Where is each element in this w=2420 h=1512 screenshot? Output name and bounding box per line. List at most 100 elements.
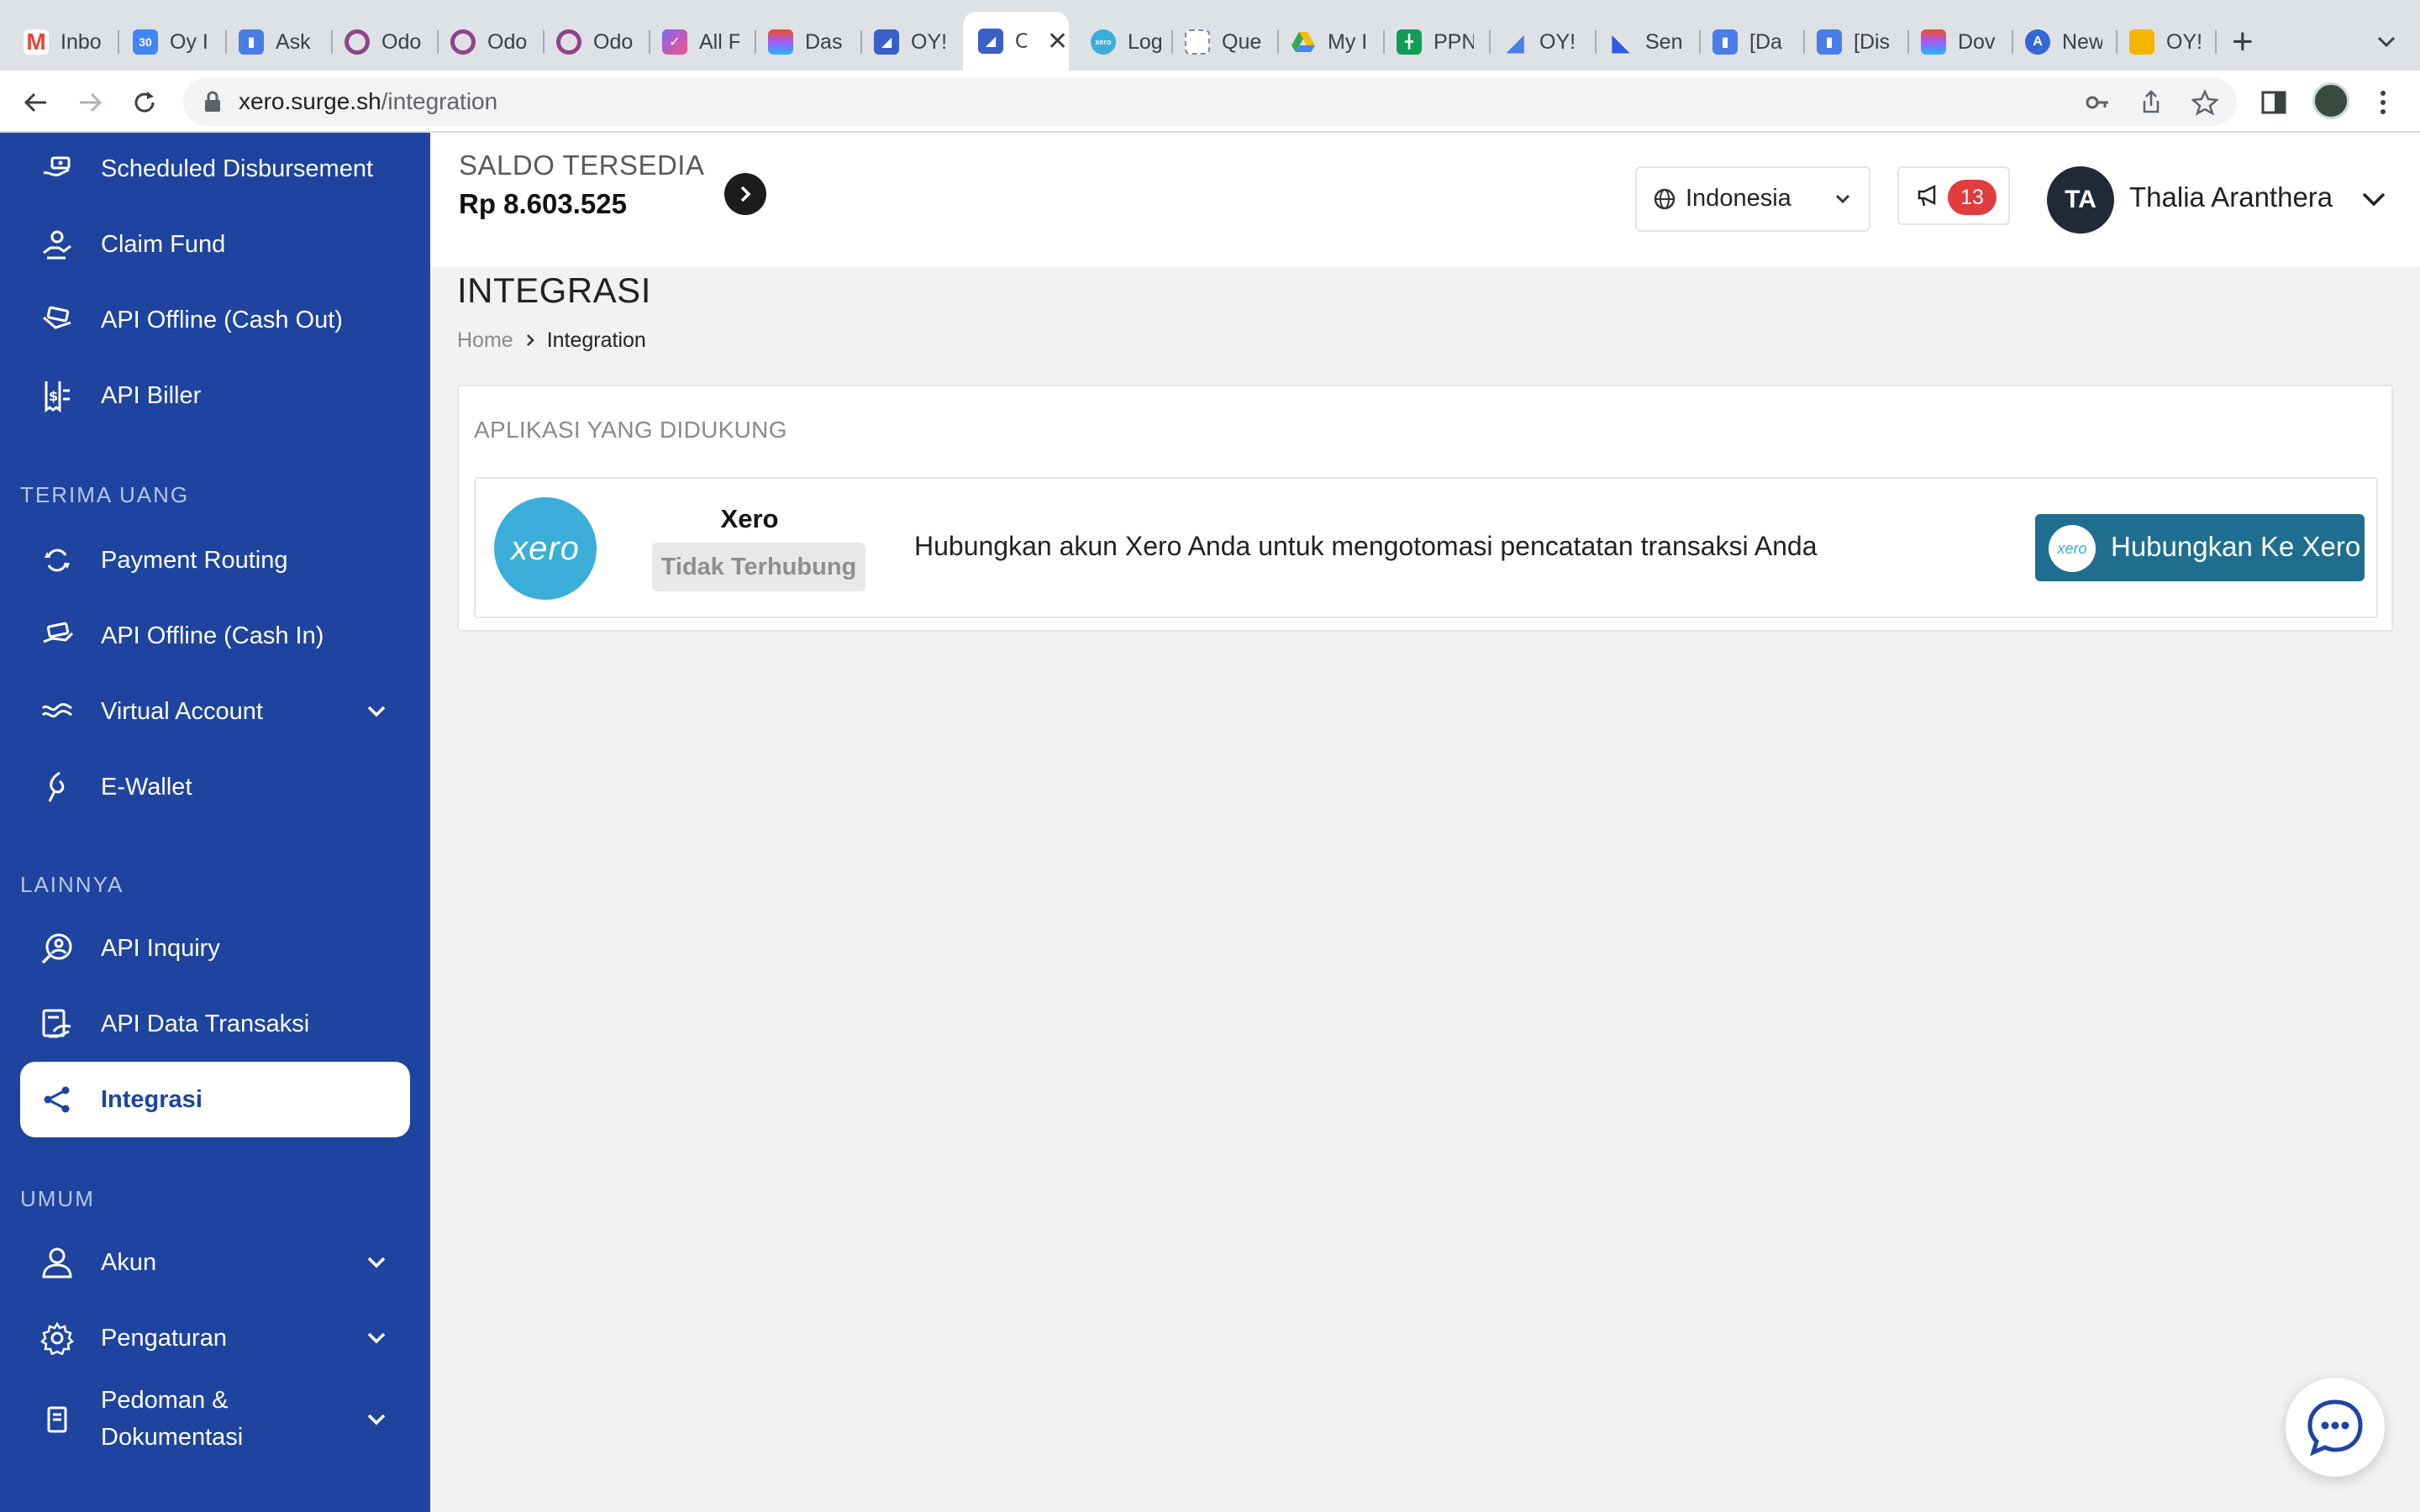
sidebar-item-pedoman-dokumentasi[interactable]: Pedoman & Dokumentasi <box>20 1376 410 1463</box>
browser-tab[interactable]: xero Log <box>1067 18 1168 66</box>
browser-tab[interactable]: ◢ OY! <box>850 18 951 66</box>
sidebar-item-virtual-account[interactable]: Virtual Account <box>20 674 410 749</box>
tab-title: O <box>1015 29 1027 53</box>
sidebar-item-scheduled-disbursement[interactable]: Scheduled Disbursement <box>20 133 410 207</box>
browser-tab[interactable]: ▮ Ask <box>215 18 316 66</box>
browser-tab[interactable]: Que <box>1161 18 1262 66</box>
chevron-down-icon <box>1833 190 1852 213</box>
sheets-icon: ╋ <box>1397 29 1422 55</box>
browser-tab[interactable]: ◢ OY! <box>1479 18 1580 66</box>
grid-icon <box>1185 29 1210 55</box>
breadcrumb-home-link[interactable]: Home <box>457 328 513 353</box>
tab-title: New <box>2062 29 2102 54</box>
browser-tab[interactable]: ▮ [Dis <box>1793 18 1894 66</box>
gmail-icon: M <box>24 29 49 55</box>
browser-tab[interactable]: Odo <box>533 18 634 66</box>
browser-tab[interactable]: ╋ PPN <box>1373 18 1474 66</box>
sidebar-item-api-inquiry[interactable]: API Inquiry <box>20 911 410 986</box>
balance-chevron-right-icon[interactable] <box>724 173 766 215</box>
tab-title: All F <box>699 29 739 54</box>
tab-title: Oy I <box>170 29 208 54</box>
browser-tab[interactable]: Das <box>744 18 845 66</box>
doc-icon: ▮ <box>1712 29 1738 55</box>
calendar-icon: 30 <box>133 29 158 55</box>
sidebar-item-api-biller[interactable]: $ API Biller <box>20 358 410 433</box>
browser-tab[interactable]: OY! <box>2106 18 2207 66</box>
tab-title: My I <box>1328 29 1368 54</box>
user-menu-chevron-down-icon[interactable] <box>2360 185 2388 218</box>
browser-tab[interactable]: Odo <box>321 18 422 66</box>
browser-tab[interactable]: ▮ [Da <box>1689 18 1790 66</box>
browser-tab[interactable]: M Inbo <box>0 18 101 66</box>
payment-routing-icon <box>39 542 76 579</box>
language-value: Indonesia <box>1686 185 1791 212</box>
tab-title: Odo <box>593 29 634 54</box>
sidebar-item-api-data-transaksi[interactable]: API Data Transaksi <box>20 986 410 1062</box>
key-icon[interactable] <box>2082 87 2112 118</box>
browser-tab[interactable]: 30 Oy I <box>109 18 210 66</box>
address-bar[interactable]: xero.surge.sh/integration <box>183 77 2237 126</box>
tab-divider <box>2215 30 2217 54</box>
user-avatar[interactable]: TA <box>2047 166 2114 234</box>
chat-support-button[interactable] <box>2286 1378 2385 1477</box>
sidebar-item-api-offline-cash-out[interactable]: API Offline (Cash Out) <box>20 282 410 358</box>
sidebar-item-label: API Offline (Cash In) <box>101 622 324 649</box>
sidebar-item-label: API Inquiry <box>101 935 220 962</box>
chevron-down-icon[interactable] <box>361 1323 392 1353</box>
sidebar-item-label: API Offline (Cash Out) <box>101 307 343 333</box>
oy-icon: ◣ <box>1612 29 1630 55</box>
sidebar-item-label: Integrasi <box>101 1086 203 1113</box>
tab-search-chevron-icon[interactable] <box>2370 25 2403 59</box>
sidebar-item-payment-routing[interactable]: Payment Routing <box>20 522 410 598</box>
book-icon <box>39 1401 76 1438</box>
browser-tab-active[interactable]: ◢ O ✕ <box>963 12 1069 71</box>
integration-app-name: Xero <box>720 504 779 533</box>
browser-tab[interactable]: A New <box>2002 18 2102 66</box>
tab-title: Das <box>805 29 843 54</box>
share-page-icon[interactable] <box>2136 87 2166 118</box>
sidebar-item-pengaturan[interactable]: Pengaturan <box>20 1300 410 1376</box>
browser-tab[interactable]: My I <box>1267 18 1368 66</box>
more-vert-icon[interactable] <box>2366 86 2400 119</box>
tab-title: [Da <box>1749 29 1782 54</box>
browser-tab[interactable]: Dov <box>1897 18 1998 66</box>
chevron-down-icon[interactable] <box>361 696 392 727</box>
announcement-button[interactable]: 13 <box>1897 166 2010 225</box>
xero-logo-icon: xero <box>494 497 597 600</box>
oy-icon: ◢ <box>874 29 899 55</box>
bookmark-star-icon[interactable] <box>2190 87 2220 118</box>
sidebar-item-integrasi[interactable]: Integrasi <box>20 1062 410 1137</box>
chevron-down-icon[interactable] <box>361 1247 392 1278</box>
share-icon <box>39 1081 76 1118</box>
sidebar-item-e-wallet[interactable]: E-Wallet <box>20 749 410 825</box>
doc-icon: ▮ <box>1817 29 1842 55</box>
browser-tab[interactable]: Odo <box>427 18 528 66</box>
tab-title: Odo <box>381 29 422 54</box>
chevron-down-icon[interactable] <box>361 1404 392 1435</box>
new-tab-button[interactable]: + <box>2232 18 2254 66</box>
sidebar-item-api-offline-cash-in[interactable]: API Offline (Cash In) <box>20 598 410 674</box>
sidebar-item-akun[interactable]: Akun <box>20 1225 410 1300</box>
sidebar-item-label: Pengaturan <box>101 1325 227 1352</box>
forward-arrow-icon[interactable] <box>74 86 108 119</box>
tab-title: Dov <box>1958 29 1996 54</box>
megaphone-icon <box>1916 183 1941 213</box>
tab-title: OY! <box>2166 29 2203 54</box>
tab-title: OY! <box>911 29 948 54</box>
browser-tab[interactable]: ✓ All F <box>639 18 739 66</box>
back-arrow-icon[interactable] <box>18 86 52 119</box>
user-name[interactable]: Thalia Aranthera <box>2129 181 2333 213</box>
reload-icon[interactable] <box>128 86 161 119</box>
language-select[interactable]: Indonesia <box>1635 166 1870 232</box>
biller-icon: $ <box>39 377 76 414</box>
lock-icon[interactable] <box>203 90 222 118</box>
tab-title: OY! <box>1539 29 1576 54</box>
sidebar-item-claim-fund[interactable]: Claim Fund <box>20 207 410 282</box>
side-panel-icon[interactable] <box>2257 86 2291 119</box>
browser-tab[interactable]: ◣ Sen <box>1585 18 1686 66</box>
chat-bubble-icon <box>2307 1399 2363 1457</box>
xero-logo-icon: xero <box>2049 525 2096 572</box>
close-tab-icon[interactable]: ✕ <box>1047 27 1068 56</box>
connect-xero-button[interactable]: xero Hubungkan Ke Xero <box>2035 514 2365 581</box>
browser-profile-avatar[interactable] <box>2312 82 2349 119</box>
